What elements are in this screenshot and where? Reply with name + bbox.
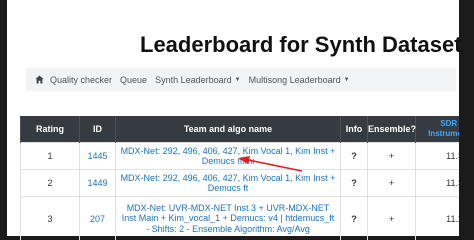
cell-algo-link[interactable]: MDX-Net: UVR-MDX-NET Inst 3 + UVR-MDX-NE… bbox=[115, 196, 341, 240]
cell-ensemble: + bbox=[367, 142, 416, 170]
cell-id-link[interactable]: 1445 bbox=[79, 142, 116, 170]
page-title: Leaderboard for Synth Dataset bbox=[140, 32, 462, 57]
header-rating[interactable]: Rating bbox=[20, 116, 80, 143]
cell-id-link[interactable]: 207 bbox=[79, 196, 116, 240]
cell-info-button[interactable]: ? bbox=[340, 169, 368, 197]
header-sdr-instrumental[interactable]: SDRInstrument bbox=[415, 116, 459, 143]
nav-queue-label: Queue bbox=[120, 74, 148, 85]
caret-down-icon: ▼ bbox=[343, 76, 350, 83]
caret-down-icon: ▼ bbox=[234, 76, 241, 83]
nav-synth-leaderboard-label: Synth Leaderboard bbox=[155, 74, 232, 85]
cell-algo-link[interactable]: MDX-Net: 292, 496, 406, 427, Kim Vocal 1… bbox=[115, 142, 341, 170]
table-row: 2 1449 MDX-Net: 292, 496, 406, 427, Kim … bbox=[20, 169, 459, 197]
window-frame-left bbox=[0, 0, 7, 240]
table-row: 3 207 MDX-Net: UVR-MDX-NET Inst 3 + UVR-… bbox=[20, 196, 459, 240]
cell-rating: 1 bbox=[20, 142, 80, 170]
table-header-row: Rating ID Team and algo name Info Ensemb… bbox=[20, 116, 459, 143]
cell-info-button[interactable]: ? bbox=[340, 196, 368, 240]
cell-id-link[interactable]: 1449 bbox=[79, 169, 116, 197]
cell-rating: 3 bbox=[20, 196, 80, 240]
cell-algo-link[interactable]: MDX-Net: 292, 496, 406, 427, Kim Vocal 1… bbox=[115, 169, 341, 197]
header-ensemble[interactable]: Ensemble? bbox=[367, 116, 416, 143]
navbar: Quality checker Queue Synth Leaderboard ▼… bbox=[26, 68, 456, 91]
table-row: 1 1445 MDX-Net: 292, 496, 406, 427, Kim … bbox=[20, 142, 459, 170]
header-team-algo[interactable]: Team and algo name bbox=[115, 116, 341, 143]
cell-sdr: 11.3723 bbox=[415, 142, 459, 170]
cell-sdr: 11.2667 bbox=[415, 196, 459, 240]
header-instrumental-label: Instrument bbox=[428, 129, 459, 138]
nav-quality-checker-label: Quality checker bbox=[50, 74, 113, 85]
header-id[interactable]: ID bbox=[79, 116, 116, 143]
cell-info-button[interactable]: ? bbox=[340, 142, 368, 170]
leaderboard-table: Rating ID Team and algo name Info Ensemb… bbox=[20, 116, 459, 240]
header-sdr-label: SDR bbox=[440, 119, 458, 128]
nav-quality-checker[interactable]: Quality checker bbox=[50, 75, 112, 85]
home-icon[interactable] bbox=[35, 75, 44, 84]
cell-rating: 2 bbox=[20, 169, 80, 197]
nav-synth-leaderboard-dropdown[interactable]: Synth Leaderboard ▼ bbox=[155, 75, 241, 85]
nav-multisong-leaderboard-dropdown[interactable]: Multisong Leaderboard ▼ bbox=[249, 75, 350, 85]
header-info[interactable]: Info bbox=[340, 116, 368, 143]
cell-ensemble: + bbox=[367, 196, 416, 240]
leaderboard-table-container: Rating ID Team and algo name Info Ensemb… bbox=[20, 116, 459, 240]
nav-queue[interactable]: Queue bbox=[120, 75, 147, 85]
cell-ensemble: + bbox=[367, 169, 416, 197]
nav-multisong-leaderboard-label: Multisong Leaderboard bbox=[248, 74, 341, 85]
cell-sdr: 11.3653 bbox=[415, 169, 459, 197]
